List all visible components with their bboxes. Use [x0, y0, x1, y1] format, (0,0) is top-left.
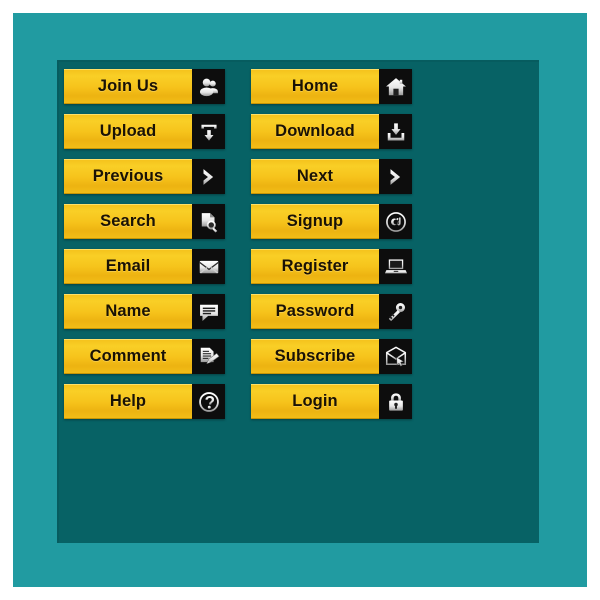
button-label: Name	[64, 294, 192, 329]
upload-icon[interactable]	[192, 114, 225, 149]
button-label: Comment	[64, 339, 192, 374]
arrow-right-icon[interactable]	[379, 159, 412, 194]
right-column: Home Download Next Signup Register Password Su…	[251, 69, 412, 419]
download-icon[interactable]	[379, 114, 412, 149]
key-icon[interactable]	[379, 294, 412, 329]
button-previous[interactable]: Previous	[64, 159, 225, 194]
button-grid: Join Us Upload Previous Search Email Name Comm…	[64, 69, 428, 419]
padlock-icon[interactable]	[379, 384, 412, 419]
document-search-icon[interactable]	[192, 204, 225, 239]
button-login[interactable]: Login	[251, 384, 412, 419]
button-label: Login	[251, 384, 379, 419]
button-upload[interactable]: Upload	[64, 114, 225, 149]
arrow-right-icon[interactable]	[192, 159, 225, 194]
button-label: Join Us	[64, 69, 192, 104]
users-icon[interactable]	[192, 69, 225, 104]
house-icon[interactable]	[379, 69, 412, 104]
envelope-icon[interactable]	[192, 249, 225, 284]
at-sign-icon[interactable]	[379, 204, 412, 239]
document-pen-icon[interactable]	[192, 339, 225, 374]
button-register[interactable]: Register	[251, 249, 412, 284]
button-search[interactable]: Search	[64, 204, 225, 239]
button-download[interactable]: Download	[251, 114, 412, 149]
button-label: Subscribe	[251, 339, 379, 374]
button-label: Password	[251, 294, 379, 329]
button-password[interactable]: Password	[251, 294, 412, 329]
button-comment[interactable]: Comment	[64, 339, 225, 374]
button-signup[interactable]: Signup	[251, 204, 412, 239]
button-home[interactable]: Home	[251, 69, 412, 104]
button-label: Help	[64, 384, 192, 419]
button-label: Search	[64, 204, 192, 239]
laptop-icon[interactable]	[379, 249, 412, 284]
button-subscribe[interactable]: Subscribe	[251, 339, 412, 374]
left-column: Join Us Upload Previous Search Email Name Comm…	[64, 69, 225, 419]
button-label: Upload	[64, 114, 192, 149]
button-label: Download	[251, 114, 379, 149]
button-label: Home	[251, 69, 379, 104]
question-mark-icon[interactable]	[192, 384, 225, 419]
button-email[interactable]: Email	[64, 249, 225, 284]
button-label: Signup	[251, 204, 379, 239]
envelope-cursor-icon[interactable]	[379, 339, 412, 374]
button-set-illustration: Join Us Upload Previous Search Email Name Comm…	[0, 0, 600, 600]
button-label: Register	[251, 249, 379, 284]
button-join-us[interactable]: Join Us	[64, 69, 225, 104]
button-label: Next	[251, 159, 379, 194]
button-help[interactable]: Help	[64, 384, 225, 419]
button-next[interactable]: Next	[251, 159, 412, 194]
button-label: Previous	[64, 159, 192, 194]
speech-bubble-icon[interactable]	[192, 294, 225, 329]
button-name[interactable]: Name	[64, 294, 225, 329]
button-label: Email	[64, 249, 192, 284]
